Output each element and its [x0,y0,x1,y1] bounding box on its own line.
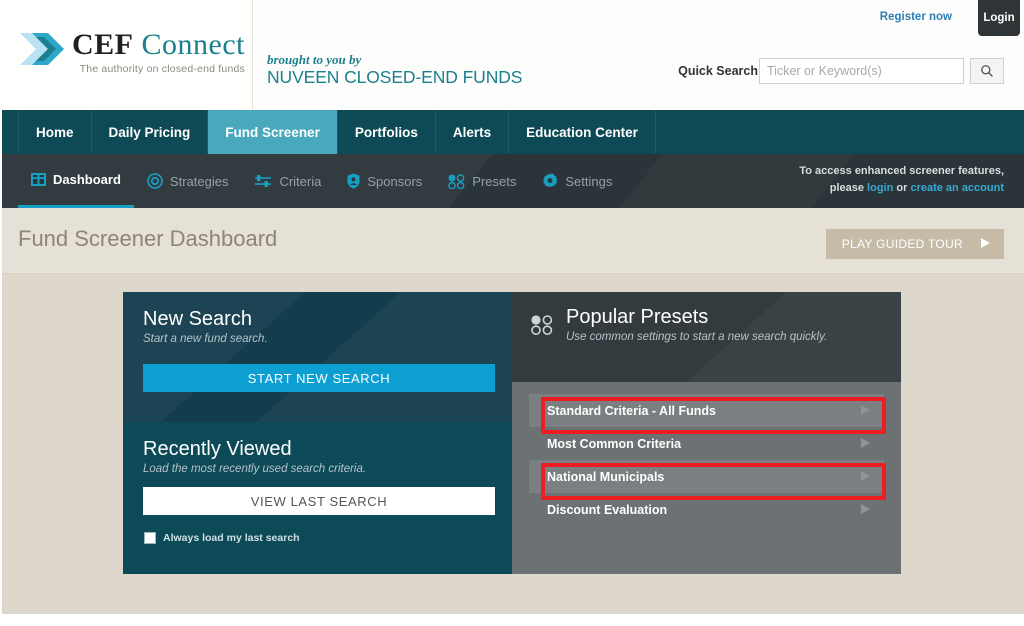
recently-viewed-header: Recently Viewed Load the most recently u… [143,438,366,475]
start-new-search-button[interactable]: START NEW SEARCH [143,364,495,392]
recently-viewed-heading: Recently Viewed [143,438,292,460]
recently-viewed-subtext: Load the most recently used search crite… [143,463,367,475]
chevron-right-icon [861,438,870,448]
logo-cef-text: CEF [72,28,134,61]
dashboard-icon [31,173,46,186]
subnav-label-strategies: Strategies [169,173,229,189]
page-left-edge [0,0,2,626]
login-link[interactable]: login [867,182,893,194]
logo-wordmark: CEF Connect [72,28,245,62]
subnav-label-settings: Settings [565,173,613,189]
page-root: CEF Connect The authority on closed-end … [0,0,1024,626]
logo-text-block: CEF Connect The authority on closed-end … [72,28,245,75]
enhanced-features-note-line2: please login or create an account [799,180,1004,197]
register-now-link[interactable]: Register now [880,11,952,23]
recently-viewed-panel: Recently Viewed Load the most recently u… [123,422,512,574]
always-load-checkbox[interactable] [144,532,156,544]
preset-label: National Municipals [547,469,665,484]
note-or-text: or [893,182,911,194]
page-bottom-edge [0,618,1024,626]
popular-presets-subtext: Use common settings to start a new searc… [566,331,828,343]
enhanced-features-note-line1: To access enhanced screener features, [799,165,1004,177]
nav-item-fund-screener[interactable]: Fund Screener [208,110,338,154]
logo-panel: CEF Connect The authority on closed-end … [0,0,253,110]
new-search-heading: New Search [143,308,252,330]
four-dots-icon [448,173,465,189]
subnav-label-sponsors: Sponsors [367,173,423,189]
search-icon [981,65,993,77]
chevron-right-icon [861,471,870,481]
subnav-item-criteria[interactable]: Criteria [241,154,334,208]
quick-search-label: Quick Search [678,64,758,78]
nav-item-home[interactable]: Home [18,110,92,154]
search-submit-button[interactable] [970,58,1004,84]
preset-item-most-common-criteria[interactable]: Most Common Criteria [529,427,884,460]
sliders-icon [255,174,272,187]
create-account-link[interactable]: create an account [910,182,1004,194]
always-load-checkbox-label: Always load my last search [163,532,300,544]
dashboard-content: New Search Start a new fund search. STAR… [0,274,1024,614]
popular-presets-list: Standard Criteria - All Funds Most Commo… [512,382,901,574]
preset-label: Discount Evaluation [547,502,668,517]
popular-presets-heading: Popular Presets [566,306,709,328]
always-load-last-search-row[interactable]: Always load my last search [144,532,300,544]
preset-item-standard-criteria-all-funds[interactable]: Standard Criteria - All Funds [529,394,884,427]
cef-connect-logo[interactable]: CEF Connect The authority on closed-end … [20,28,245,75]
popular-presets-text-block: Popular Presets Use common settings to s… [566,306,827,343]
new-search-panel: New Search Start a new fund search. STAR… [123,292,512,422]
preset-label: Most Common Criteria [547,436,682,451]
login-button[interactable]: Login [978,0,1020,36]
page-title: Fund Screener Dashboard [18,226,278,251]
preset-item-national-municipals[interactable]: National Municipals [529,460,884,493]
target-circle-icon [147,173,163,189]
screener-subnavigation: Dashboard Strategies Criteria Sponsors P… [0,154,1024,208]
nuveen-closed-end-funds-text: NUVEEN CLOSED-END FUNDS [267,67,523,87]
new-search-header: New Search Start a new fund search. [143,308,268,345]
nav-item-portfolios[interactable]: Portfolios [338,110,436,154]
chevron-right-icon [861,405,870,415]
play-guided-tour-button[interactable]: PLAY GUIDED TOUR [825,229,1004,259]
double-chevron-logo-icon [20,33,64,65]
subnav-label-dashboard: Dashboard [53,172,121,187]
nav-item-daily-pricing[interactable]: Daily Pricing [92,110,209,154]
logo-connect-text: Connect [141,28,245,61]
four-dots-icon [531,315,553,340]
site-header: CEF Connect The authority on closed-end … [0,0,1024,110]
preset-label: Standard Criteria - All Funds [547,403,717,418]
play-guided-tour-label: PLAY GUIDED TOUR [841,237,963,251]
new-search-subtext: Start a new fund search. [143,333,268,345]
subnav-label-presets: Presets [472,173,517,189]
popular-presets-header-panel: Popular Presets Use common settings to s… [512,292,901,382]
logo-tagline: The authority on closed-end funds [79,63,245,75]
shield-icon [347,173,360,189]
nav-item-alerts[interactable]: Alerts [436,110,510,154]
subnav-item-settings[interactable]: Settings [529,154,625,208]
subnav-item-presets[interactable]: Presets [435,154,529,208]
search-input[interactable] [759,58,964,84]
subnav-item-sponsors[interactable]: Sponsors [334,154,435,208]
chevron-right-icon [861,504,870,514]
subnav-item-strategies[interactable]: Strategies [134,154,242,208]
gear-icon [543,173,558,188]
note-please-text: please [829,182,868,194]
nav-item-education-center[interactable]: Education Center [509,110,656,154]
preset-item-discount-evaluation[interactable]: Discount Evaluation [529,493,884,526]
subnav-label-criteria: Criteria [279,173,322,189]
main-navigation: Home Daily Pricing Fund Screener Portfol… [0,110,1024,154]
subnav-item-dashboard[interactable]: Dashboard [18,154,134,208]
nuveen-attribution: brought to you by NUVEEN CLOSED-END FUND… [267,52,522,88]
play-triangle-icon [981,237,990,251]
brought-to-you-by-text: brought to you by [267,52,362,67]
enhanced-features-note: To access enhanced screener features, pl… [799,163,1004,197]
view-last-search-button[interactable]: VIEW LAST SEARCH [143,487,495,515]
popular-presets-header: Popular Presets Use common settings to s… [531,306,827,343]
